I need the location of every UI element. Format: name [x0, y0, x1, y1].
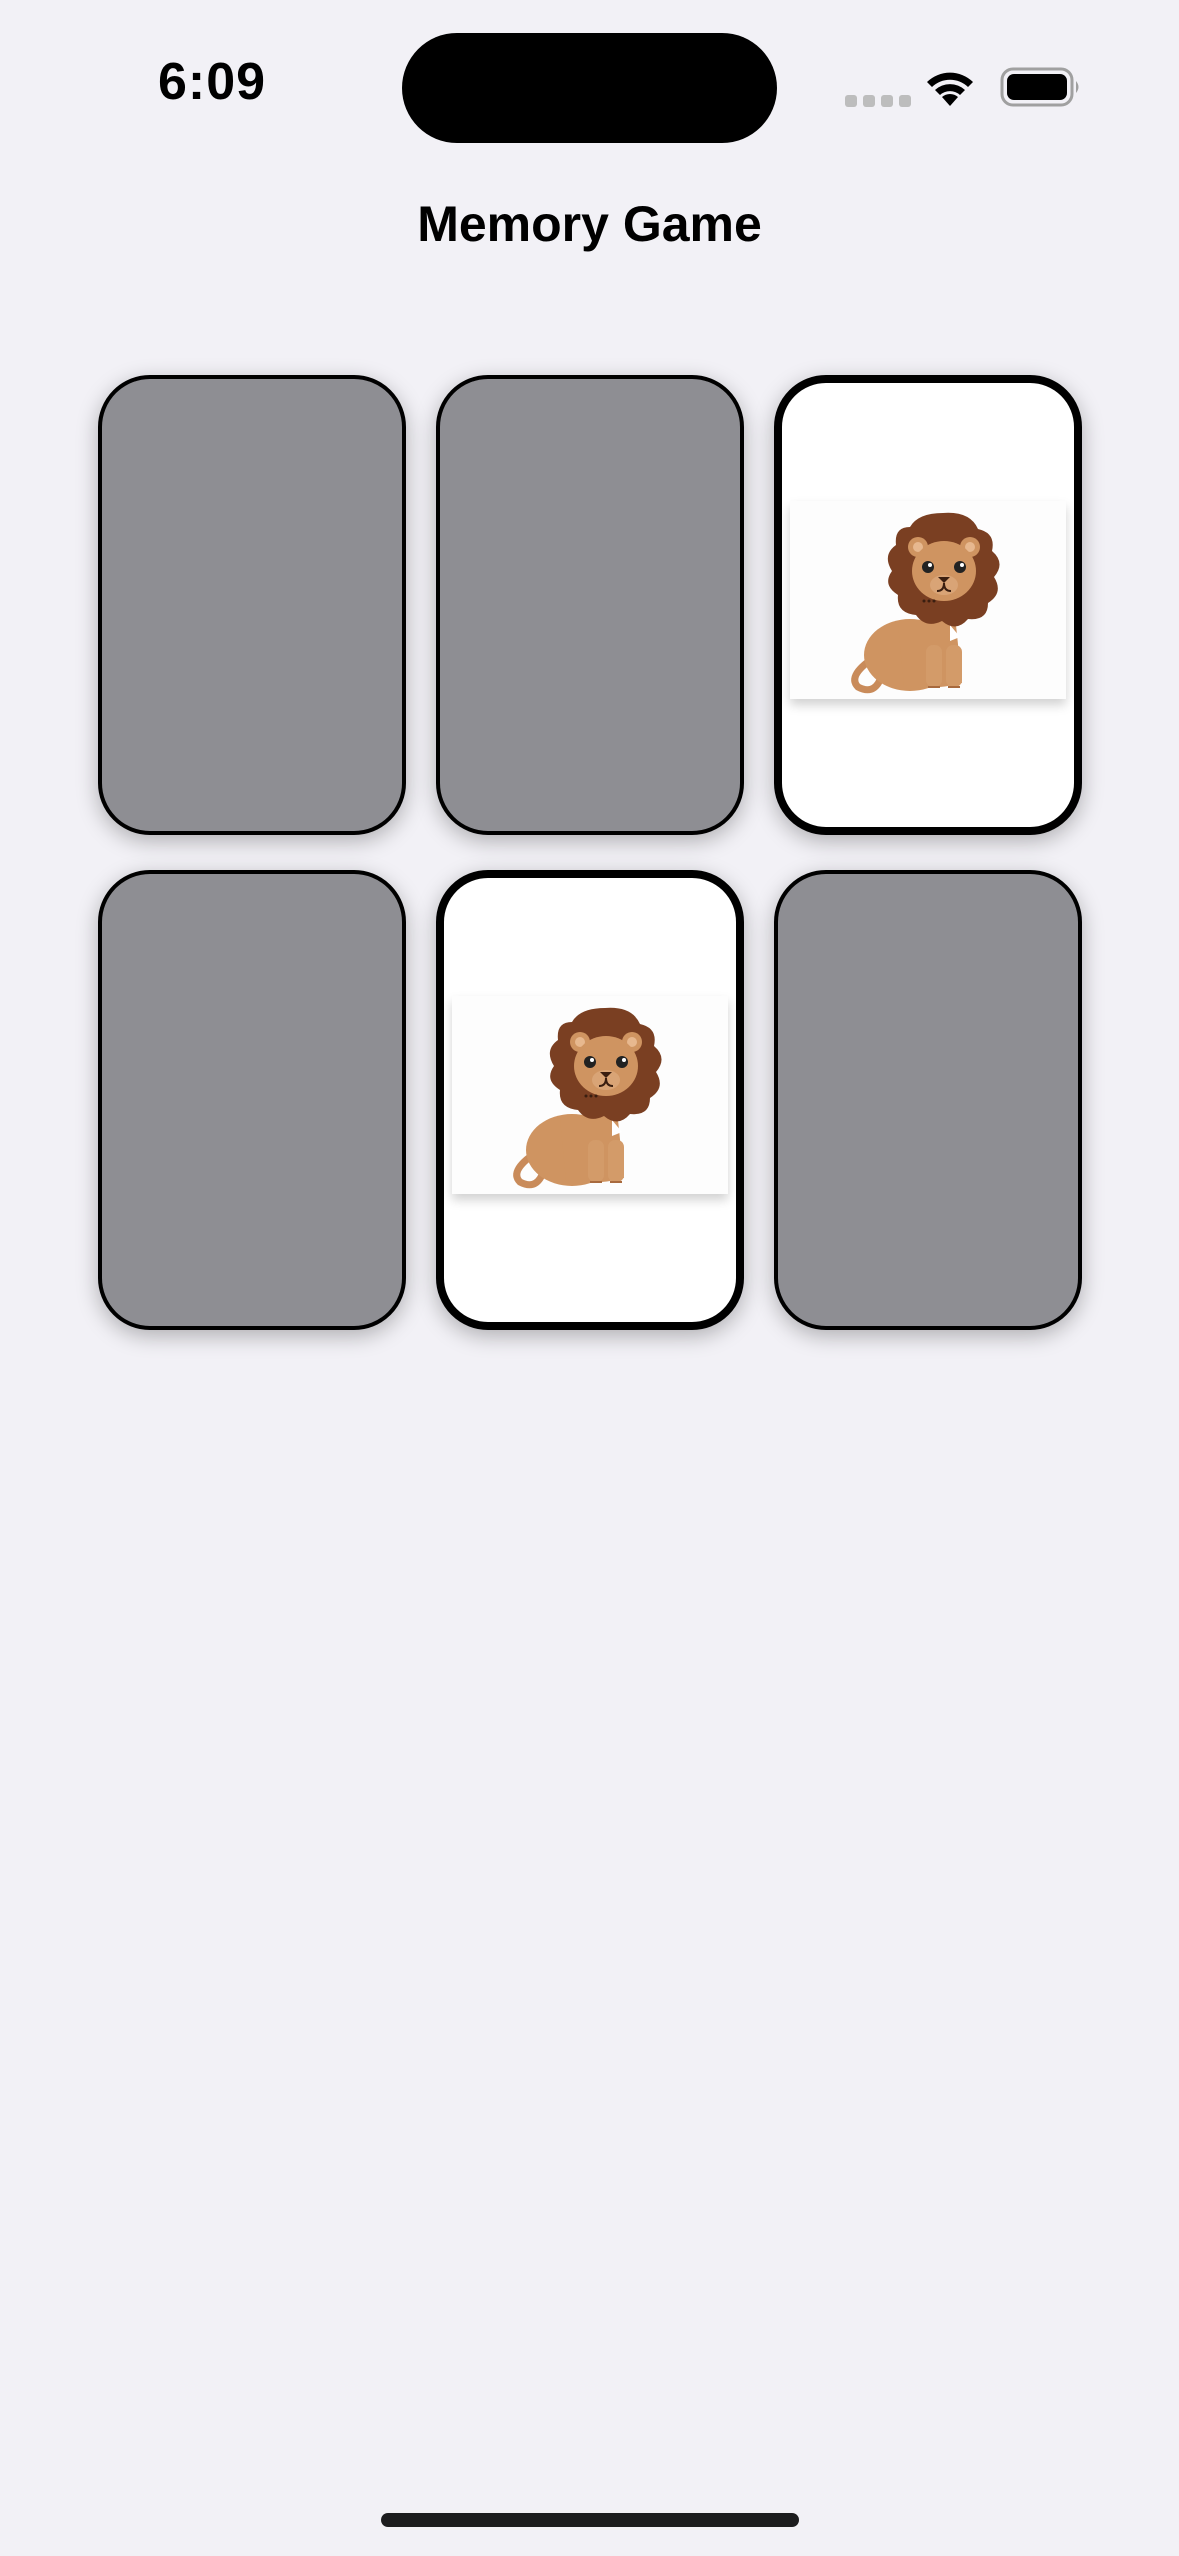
- dynamic-island: [402, 33, 777, 143]
- lion-icon: [790, 501, 1066, 699]
- home-indicator[interactable]: [381, 2513, 799, 2527]
- memory-card-4[interactable]: [98, 870, 406, 1330]
- card-grid: [98, 375, 1082, 1330]
- lion-icon: [452, 996, 728, 1194]
- wifi-icon: [927, 72, 973, 106]
- status-time: 6:09: [158, 53, 267, 111]
- status-bar: 6:09: [0, 0, 1179, 150]
- memory-card-5[interactable]: [436, 870, 744, 1330]
- battery-icon: [1000, 67, 1079, 107]
- memory-card-3[interactable]: [774, 375, 1082, 835]
- memory-card-2[interactable]: [436, 375, 744, 835]
- memory-card-6[interactable]: [774, 870, 1082, 1330]
- cellular-signal-icon: [845, 95, 911, 107]
- page-title: Memory Game: [417, 196, 762, 252]
- memory-card-1[interactable]: [98, 375, 406, 835]
